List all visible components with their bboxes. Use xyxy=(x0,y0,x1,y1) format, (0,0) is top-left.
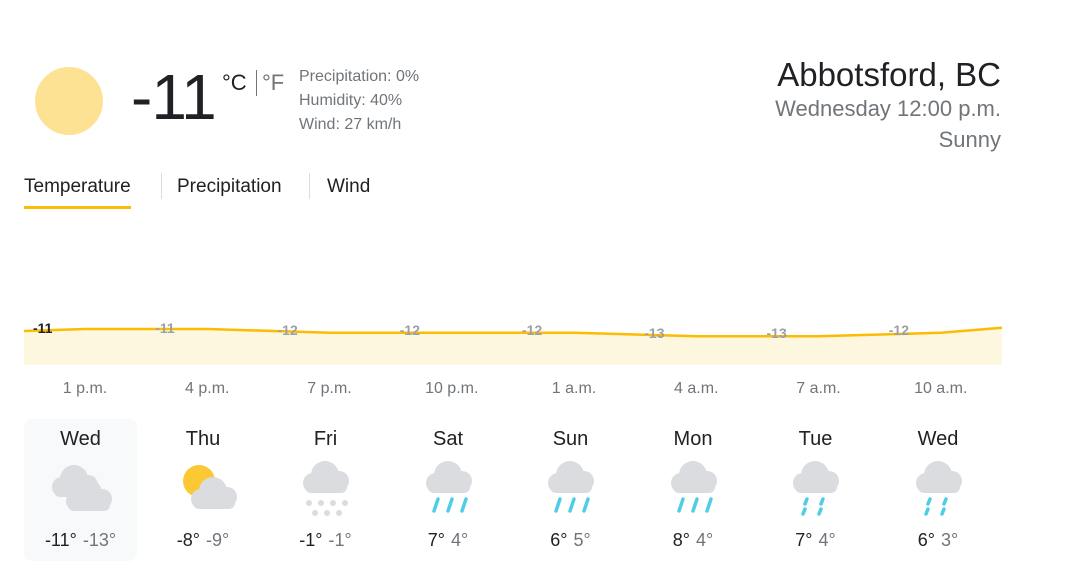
low-temperature: -13° xyxy=(82,530,117,550)
low-temperature: 4° xyxy=(696,530,714,550)
snow-icon xyxy=(291,457,361,519)
low-temperature: 3° xyxy=(941,530,959,550)
day-name: Fri xyxy=(313,428,338,450)
day-name: Wed xyxy=(917,428,959,450)
chart-value-label: -12 xyxy=(278,322,298,338)
location-datetime: Wednesday 12:00 p.m. xyxy=(775,96,1001,121)
day-temperatures: 6° 5° xyxy=(514,530,627,551)
day-temperatures: 6° 3° xyxy=(882,530,995,551)
chart-value-label: -12 xyxy=(889,322,909,338)
location-name: Abbotsford, BC xyxy=(777,56,1001,93)
day-temperatures: 7° 4° xyxy=(392,530,505,551)
day-forecast-fri[interactable]: Fri -1° -1° xyxy=(269,419,382,561)
day-name: Mon xyxy=(673,428,713,450)
tab-divider xyxy=(309,173,310,199)
high-temperature: 6° xyxy=(550,530,568,550)
low-temperature: -9° xyxy=(206,530,230,550)
light-rain-icon xyxy=(904,457,974,519)
day-name: Thu xyxy=(185,428,221,450)
hour-label: 4 a.m. xyxy=(674,380,719,397)
day-name: Tue xyxy=(798,428,833,450)
day-name: Wed xyxy=(60,428,101,450)
low-temperature: -1° xyxy=(328,530,352,550)
hour-label: 10 p.m. xyxy=(425,380,479,397)
day-temperatures: 7° 4° xyxy=(759,530,872,551)
hour-label: 1 p.m. xyxy=(62,380,108,397)
unit-celsius-button[interactable]: °C xyxy=(222,70,247,96)
day-temperatures: 8° 4° xyxy=(637,530,750,551)
sunny-icon xyxy=(35,67,103,135)
high-temperature: 7° xyxy=(427,530,445,550)
chart-value-label: -13 xyxy=(644,325,664,341)
chart-value-label: -12 xyxy=(522,322,542,338)
hour-label: 10 a.m. xyxy=(914,380,968,397)
day-forecast-wed[interactable]: Wed 6° 3° xyxy=(882,419,995,561)
day-temperatures: -11° -13° xyxy=(24,530,137,551)
chart-value-label: -12 xyxy=(400,322,420,338)
chart-value-label: -13 xyxy=(767,325,787,341)
unit-divider xyxy=(256,70,257,96)
day-name: Sat xyxy=(432,428,464,450)
chart-value-label: -11 xyxy=(155,320,175,336)
cloudy-icon xyxy=(46,457,116,519)
high-temperature: 6° xyxy=(917,530,935,550)
day-forecast-tue[interactable]: Tue 7° 4° xyxy=(759,419,872,561)
tab-precipitation[interactable]: Precipitation xyxy=(177,176,282,206)
hour-label: 7 a.m. xyxy=(796,380,841,397)
temperature-chart: -11 -11 -12 -12 -12 -13 -13 -12 xyxy=(24,320,1002,365)
wind-detail: Wind: 27 km/h xyxy=(299,116,402,133)
low-temperature: 4° xyxy=(451,530,469,550)
location-condition: Sunny xyxy=(938,127,1001,152)
high-temperature: 8° xyxy=(672,530,690,550)
low-temperature: 5° xyxy=(573,530,591,550)
high-temperature: -11° xyxy=(44,530,77,550)
unit-fahrenheit-button[interactable]: °F xyxy=(262,70,284,96)
day-forecast-mon[interactable]: Mon 8° 4° xyxy=(637,419,750,561)
rain-icon xyxy=(414,457,484,519)
rain-icon xyxy=(536,457,606,519)
day-temperatures: -8° -9° xyxy=(147,530,260,551)
low-temperature: 4° xyxy=(818,530,836,550)
day-name: Sun xyxy=(552,428,589,450)
hour-label: 1 a.m. xyxy=(551,380,597,397)
precipitation-detail: Precipitation: 0% xyxy=(299,68,420,85)
rain-icon xyxy=(659,457,729,519)
day-temperatures: -1° -1° xyxy=(269,530,382,551)
high-temperature: -1° xyxy=(299,530,323,550)
light-rain-icon xyxy=(781,457,851,519)
tab-divider xyxy=(161,173,162,199)
hour-label: 7 p.m. xyxy=(307,380,352,397)
hour-label: 4 p.m. xyxy=(185,380,230,397)
tab-wind[interactable]: Wind xyxy=(327,176,370,206)
day-forecast-thu[interactable]: Thu -8° -9° xyxy=(147,419,260,561)
high-temperature: 7° xyxy=(795,530,813,550)
high-temperature: -8° xyxy=(176,530,200,550)
current-temperature: -11 xyxy=(131,61,217,133)
humidity-detail: Humidity: 40% xyxy=(299,92,403,109)
partly-cloudy-icon xyxy=(169,457,239,519)
day-forecast-wed[interactable]: Wed -11° -13° xyxy=(24,419,137,561)
day-forecast-sat[interactable]: Sat 7° 4° xyxy=(392,419,505,561)
tab-temperature[interactable]: Temperature xyxy=(24,176,131,209)
day-forecast-sun[interactable]: Sun 6° 5° xyxy=(514,419,627,561)
chart-value-label: -11 xyxy=(33,320,53,336)
